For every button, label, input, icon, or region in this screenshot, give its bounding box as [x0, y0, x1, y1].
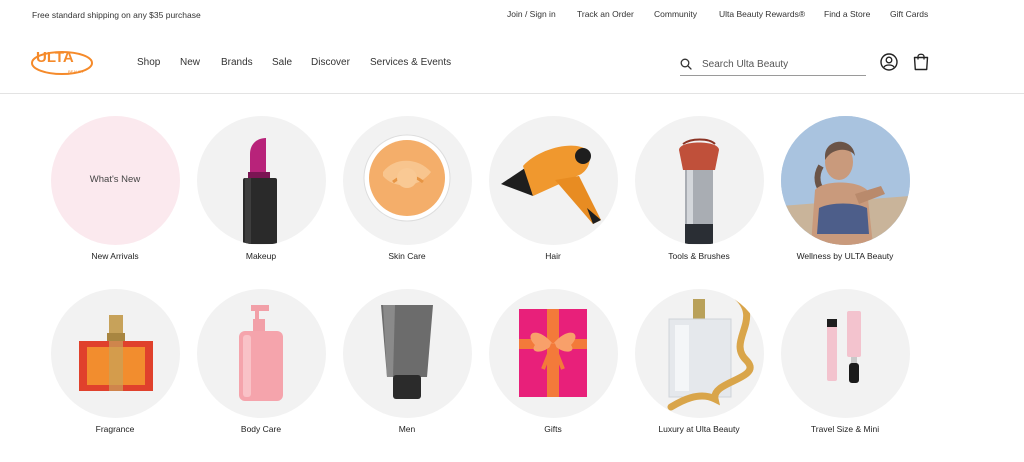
whats-new-circle[interactable]: What's New: [50, 116, 180, 245]
category-label[interactable]: Hair: [488, 251, 618, 261]
search-input[interactable]: [702, 56, 862, 72]
join-sign-in-link[interactable]: Join / Sign in: [507, 9, 556, 19]
category-label[interactable]: Skin Care: [342, 251, 472, 261]
category-label[interactable]: Tools & Brushes: [634, 251, 764, 261]
gifts-circle[interactable]: [488, 289, 618, 418]
category-fragrance[interactable]: Fragrance: [50, 289, 180, 434]
tube-icon: [380, 305, 433, 399]
search-icon[interactable]: [680, 58, 692, 70]
nav-sale[interactable]: Sale: [272, 57, 292, 68]
category-tools-brushes[interactable]: Tools & Brushes: [634, 116, 764, 261]
gift-cards-link[interactable]: Gift Cards: [890, 9, 928, 19]
luxury-circle[interactable]: [634, 289, 764, 418]
wellness-circle[interactable]: [780, 116, 910, 245]
skin-care-circle[interactable]: [342, 116, 472, 245]
category-body-care[interactable]: Body Care: [196, 289, 326, 434]
lipstick-icon: [242, 138, 277, 244]
category-hair[interactable]: Hair: [488, 116, 618, 261]
category-men[interactable]: Men: [342, 289, 472, 434]
category-luxury[interactable]: Luxury at Ulta Beauty: [634, 289, 764, 434]
track-order-link[interactable]: Track an Order: [577, 9, 634, 19]
category-makeup[interactable]: Makeup: [196, 116, 326, 261]
category-skin-care[interactable]: Skin Care: [342, 116, 472, 261]
perfume-bottle-icon: [78, 315, 153, 391]
hair-dryer-icon: [500, 145, 601, 224]
category-wellness[interactable]: Wellness by ULTA Beauty: [780, 116, 910, 261]
community-link[interactable]: Community: [654, 9, 697, 19]
category-label[interactable]: Luxury at Ulta Beauty: [634, 424, 764, 434]
find-store-link[interactable]: Find a Store: [824, 9, 870, 19]
makeup-circle[interactable]: [196, 116, 326, 245]
category-label[interactable]: Makeup: [196, 251, 326, 261]
shipping-promo[interactable]: Free standard shipping on any $35 purcha…: [32, 10, 201, 20]
cream-jar-icon: [363, 134, 450, 222]
mini-mascara-icon: [826, 311, 861, 383]
site-header: ULTA BEAUTY Shop New Brands Sale Discove…: [0, 30, 1024, 94]
nav-discover[interactable]: Discover: [311, 57, 350, 68]
category-label[interactable]: Fragrance: [50, 424, 180, 434]
category-label[interactable]: Body Care: [196, 424, 326, 434]
category-label[interactable]: Travel Size & Mini: [780, 424, 910, 434]
men-circle[interactable]: [342, 289, 472, 418]
travel-mini-circle[interactable]: [780, 289, 910, 418]
body-care-circle[interactable]: [196, 289, 326, 418]
fragrance-circle[interactable]: [50, 289, 180, 418]
search-bar[interactable]: [680, 52, 866, 76]
top-utility-bar: Free standard shipping on any $35 purcha…: [0, 0, 1024, 30]
category-travel-mini[interactable]: Travel Size & Mini: [780, 289, 910, 434]
nav-services-events[interactable]: Services & Events: [370, 57, 451, 68]
hair-circle[interactable]: [488, 116, 618, 245]
nav-shop[interactable]: Shop: [137, 57, 160, 68]
makeup-brush-icon: [678, 138, 719, 244]
category-label[interactable]: Wellness by ULTA Beauty: [780, 251, 910, 261]
gift-box-icon: [518, 309, 587, 397]
logo-wordmark: ULTA: [36, 49, 74, 66]
category-label[interactable]: Men: [342, 424, 472, 434]
logo-subtext: BEAUTY: [68, 69, 84, 74]
category-new-arrivals[interactable]: What's New New Arrivals: [50, 116, 180, 261]
category-gifts[interactable]: Gifts: [488, 289, 618, 434]
wellness-photo-icon: [780, 116, 910, 245]
whats-new-text: What's New: [89, 174, 141, 185]
account-icon[interactable]: [880, 53, 898, 71]
luxury-perfume-icon: [667, 291, 753, 411]
nav-new[interactable]: New: [180, 57, 200, 68]
lotion-pump-icon: [238, 305, 283, 401]
ulta-logo[interactable]: ULTA BEAUTY: [30, 47, 98, 77]
category-label[interactable]: New Arrivals: [50, 251, 180, 261]
nav-brands[interactable]: Brands: [221, 57, 253, 68]
tools-circle[interactable]: [634, 116, 764, 245]
rewards-link[interactable]: Ulta Beauty Rewards®: [719, 9, 805, 19]
shopping-bag-icon[interactable]: [912, 52, 930, 71]
category-label[interactable]: Gifts: [488, 424, 618, 434]
